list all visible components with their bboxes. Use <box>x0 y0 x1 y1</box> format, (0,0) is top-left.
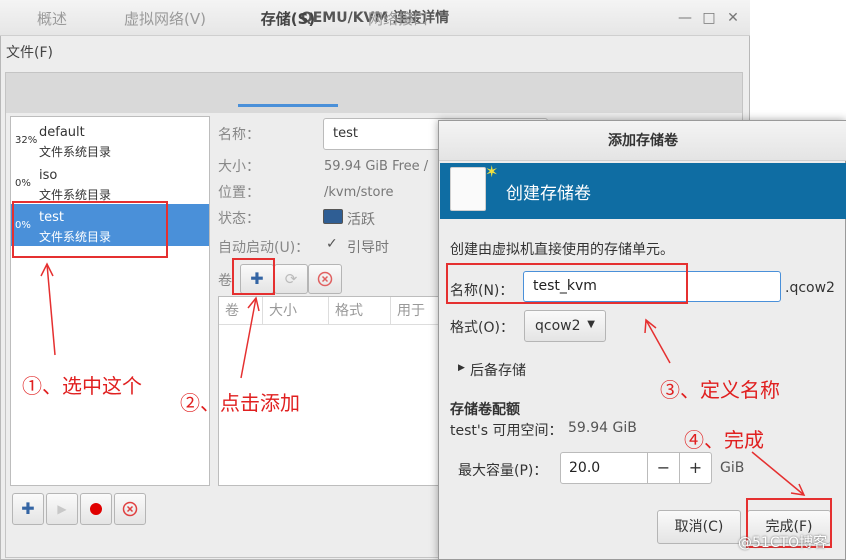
annotation-arrows <box>40 262 806 496</box>
annotation-step3: ③、定义名称 <box>660 378 780 402</box>
annotation-step1: ①、选中这个 <box>22 374 142 398</box>
annotation-step4: ④、完成 <box>684 428 764 452</box>
watermark: @51CTO博客 <box>738 535 828 551</box>
annotation-step2: ②、点击添加 <box>180 391 300 415</box>
